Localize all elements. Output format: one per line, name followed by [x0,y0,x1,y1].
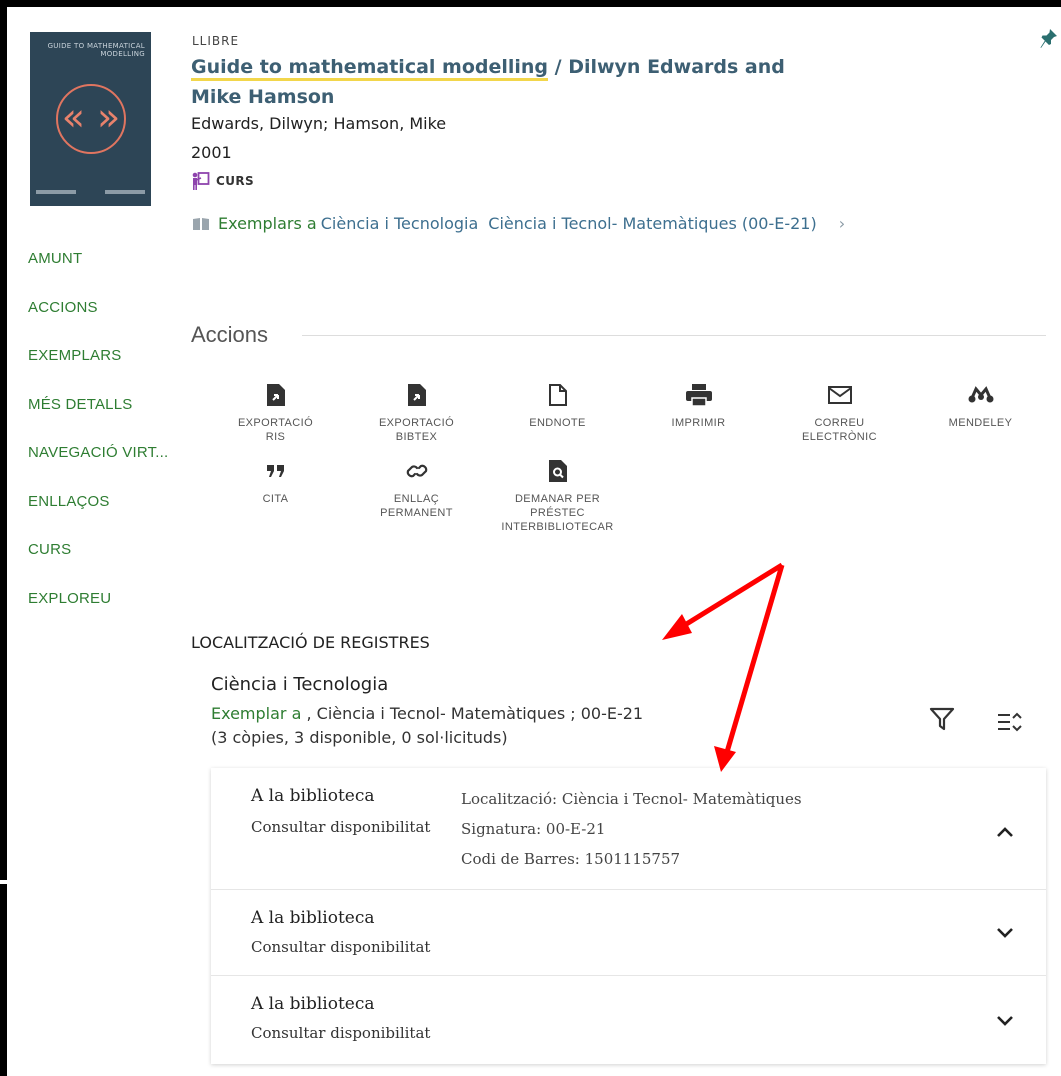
action-print[interactable]: IMPRIMIR [628,382,769,444]
actions-grid: EXPORTACIÓ RIS EXPORTACIÓ BIBTEX ENDNOTE I… [205,382,1045,534]
course-teacher-icon [192,172,210,190]
availability-prefix: Exemplars a [218,214,317,233]
nav-exploreu[interactable]: EXPLOREU [28,590,178,639]
nav-enllacos[interactable]: ENLLAÇOS [28,493,178,542]
chevron-down-icon[interactable] [995,1014,1015,1028]
locations-heading: LOCALITZACIÓ DE REGISTRES [191,633,430,652]
left-navigation: AMUNT ACCIONS EXEMPLARS MÉS DETALLS NAVE… [28,250,178,638]
chevron-right-icon: › [838,214,846,233]
record-title[interactable]: Guide to mathematical modelling / Dilwyn… [191,52,831,112]
holding-item[interactable]: A la biblioteca Consultar disponibilitat… [211,768,1046,890]
chevron-down-icon[interactable] [995,926,1015,940]
endnote-icon [548,384,567,406]
divider [302,335,1046,336]
availability-line[interactable]: Exemplars a Ciència i Tecnologia Ciència… [192,214,845,233]
holding-location: Localització: Ciència i Tecnol- Matemàti… [461,790,802,808]
nav-mes-details[interactable]: MÉS DETALLS [28,396,178,445]
export-ris-icon [266,384,285,406]
sort-icon[interactable] [996,710,1024,736]
action-export-bibtex[interactable]: EXPORTACIÓ BIBTEX [346,382,487,444]
holding-signature: Signatura: 00-E-21 [461,820,606,838]
holding-status: A la biblioteca [251,786,375,806]
title-main[interactable]: Guide to mathematical modelling [191,56,549,81]
print-icon [685,384,712,406]
action-email[interactable]: CORREU ELECTRÒNIC [769,382,910,444]
holding-item[interactable]: A la biblioteca Consultar disponibilitat [211,976,1046,1064]
email-icon [827,386,852,404]
action-interlibrary-loan[interactable]: DEMANAR PER PRÉSTEC INTERBIBLIOTECAR [487,458,628,534]
quote-icon [266,465,284,477]
action-mendeley[interactable]: MENDELEY [910,382,1051,444]
action-permalink[interactable]: ENLLAÇ PERMANENT [346,458,487,534]
action-endnote[interactable]: ENDNOTE [487,382,628,444]
export-bibtex-icon [407,384,426,406]
book-open-icon [193,217,209,230]
record-authors: Edwards, Dilwyn; Hamson, Mike [191,114,447,133]
availability-library: Ciència i Tecnologia [320,214,479,233]
holding-check-availability[interactable]: Consultar disponibilitat [251,818,430,836]
mendeley-icon [968,386,993,403]
nav-navegacio-virtual[interactable]: NAVEGACIÓ VIRT... [28,444,178,493]
filter-icon[interactable] [928,706,956,732]
holdings-list: A la biblioteca Consultar disponibilitat… [211,768,1046,1064]
holding-barcode: Codi de Barres: 1501115757 [461,850,681,868]
nav-amunt[interactable]: AMUNT [28,250,178,299]
link-icon [406,464,427,478]
course-badge: CURS [190,172,254,190]
exemplar-location: , Ciència i Tecnol- Matemàtiques ; 00-E-… [301,704,644,723]
pin-icon[interactable] [1040,28,1058,50]
interlibrary-loan-icon [548,460,567,482]
holding-item[interactable]: A la biblioteca Consultar disponibilitat [211,890,1046,976]
copies-counts: (3 còpies, 3 disponible, 0 sol·licituds) [211,728,508,747]
nav-accions[interactable]: ACCIONS [28,299,178,348]
exemplar-line: Exemplar a , Ciència i Tecnol- Matemàtiq… [211,704,643,723]
holding-status: A la biblioteca [251,994,375,1014]
record-year: 2001 [191,143,232,162]
book-cover[interactable]: GUIDE TO MATHEMATICAL MODELLING « » [30,32,151,206]
availability-location: Ciència i Tecnol- Matemàtiques (00-E-21) [488,214,817,233]
resource-type: LLIBRE [192,34,240,48]
holding-check-availability[interactable]: Consultar disponibilitat [251,1024,430,1042]
library-name: Ciència i Tecnologia [211,674,389,695]
chevron-up-icon[interactable] [995,825,1015,839]
actions-heading: Accions [191,322,269,347]
action-cite[interactable]: CITA [205,458,346,534]
nav-curs[interactable]: CURS [28,541,178,590]
holding-status: A la biblioteca [251,908,375,928]
holding-check-availability[interactable]: Consultar disponibilitat [251,938,430,956]
action-export-ris[interactable]: EXPORTACIÓ RIS [205,382,346,444]
nav-exemplars[interactable]: EXEMPLARS [28,347,178,396]
exemplar-prefix: Exemplar a [211,704,302,723]
